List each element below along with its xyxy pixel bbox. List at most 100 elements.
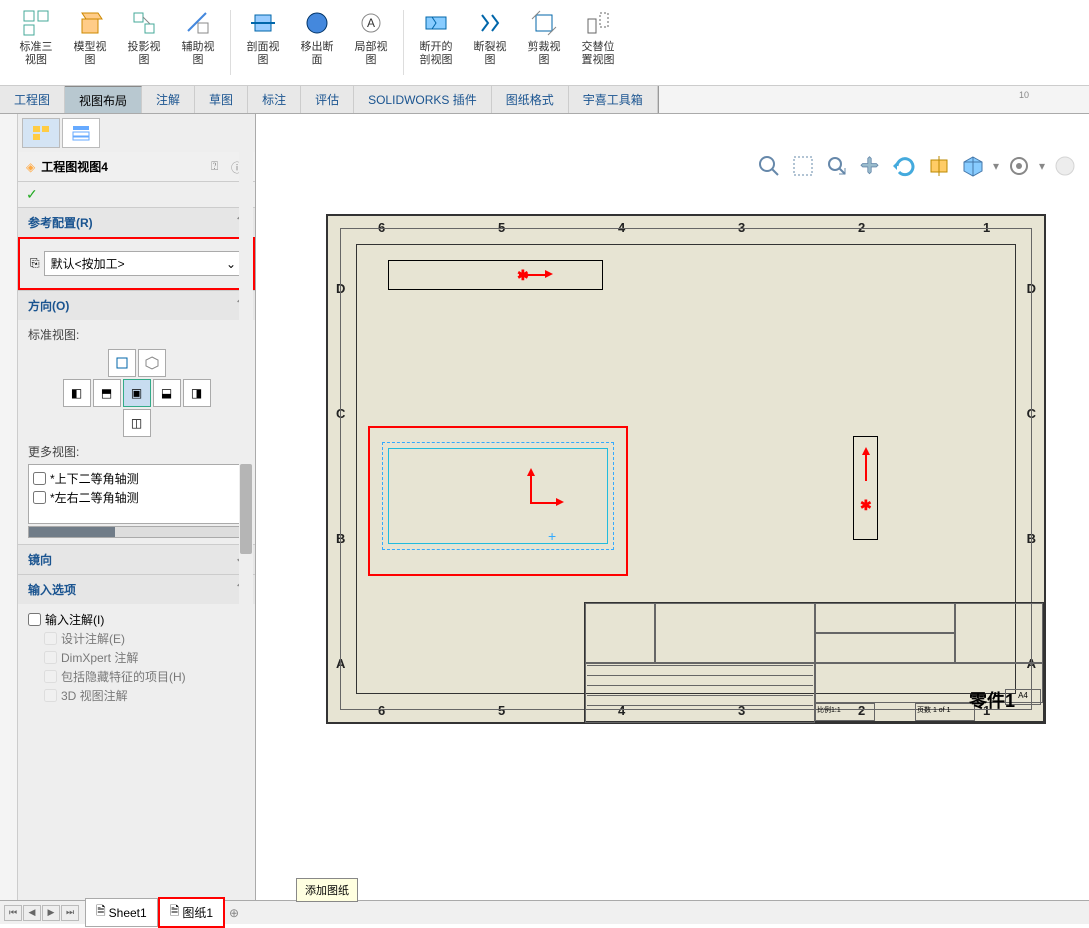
pan-icon[interactable] [857, 152, 885, 180]
sheet-tab-2[interactable]: 🗎 图纸1 [158, 897, 225, 928]
drawing-view-2[interactable]: ✱ [853, 436, 878, 540]
removed-section-icon [301, 7, 333, 39]
auxiliary-view-icon [182, 7, 214, 39]
list-item[interactable]: *左右二等角轴测 [33, 488, 240, 507]
sphere-icon[interactable] [1051, 152, 1079, 180]
list-item[interactable]: *上下二等角轴测 [33, 469, 240, 488]
design-annotations-item: 设计注解(E) [28, 629, 245, 648]
dimetric-checkbox[interactable] [33, 472, 46, 485]
input-options-section: 输入选项 ⌃ 输入注解(I) 设计注解(E) DimXpert 注解 包括隐藏特… [18, 574, 255, 711]
list-scrollbar[interactable] [28, 526, 245, 538]
view-right-button[interactable]: ◨ [183, 379, 211, 407]
section-display-icon[interactable] [925, 152, 953, 180]
tab-evaluate[interactable]: 评估 [301, 86, 354, 113]
ribbon-broken-out-section[interactable]: 断开的剖视图 [410, 5, 462, 80]
view-front-button[interactable] [108, 349, 136, 377]
ribbon-removed-section[interactable]: 移出断面 [291, 5, 343, 80]
view-front2-button[interactable]: ▣ [123, 379, 151, 407]
model-view-icon [74, 7, 106, 39]
ribbon-auxiliary-view[interactable]: 辅助视图 [172, 5, 224, 80]
drawing-canvas[interactable]: ▾ ▾ 6 5 4 3 2 1 6 5 4 3 2 1 D D C C B [256, 114, 1089, 900]
sheet-tabs-bar: ⏮ ◀ ▶ ⏭ 🗎 Sheet1 🗎 图纸1 ⊕ 添加图纸 [0, 900, 1089, 924]
add-sheet-button[interactable]: ⊕ [229, 906, 239, 920]
ribbon-label: 交替位置视图 [582, 41, 615, 67]
drawing-view-icon: ◈ [26, 160, 35, 174]
ribbon-label: 移出断面 [301, 41, 334, 67]
drawing-view-selected[interactable]: + [368, 426, 628, 576]
ribbon-alternate-position-view[interactable]: 交替位置视图 [572, 5, 624, 80]
dropdown-arrow[interactable]: ▾ [1039, 159, 1045, 173]
mirror-section-header[interactable]: 镜向 ⌄ [18, 545, 255, 574]
more-views-label: 更多视图: [28, 443, 245, 460]
next-sheet-button[interactable]: ▶ [42, 905, 60, 921]
break-view-icon [474, 7, 506, 39]
drawing-sheet[interactable]: 6 5 4 3 2 1 6 5 4 3 2 1 D D C C B B A A [326, 214, 1046, 724]
ribbon-label: 剖面视图 [247, 41, 280, 67]
title-block[interactable]: A4 比例1:1 页数 1 of 1 零件1 [584, 602, 1044, 722]
view-iso-button[interactable] [138, 349, 166, 377]
heads-up-toolbar: ▾ ▾ [755, 152, 1079, 180]
ribbon-label: 断裂视图 [474, 41, 507, 67]
trimetric-checkbox[interactable] [33, 491, 46, 504]
ribbon-label: 剪裁视图 [528, 41, 561, 67]
detail-view-icon: A [355, 7, 387, 39]
view-left-button[interactable]: ◧ [63, 379, 91, 407]
feature-manager-icon[interactable] [22, 118, 60, 148]
alternate-position-icon [582, 7, 614, 39]
drawing-view-1[interactable]: ✱ [388, 260, 603, 290]
ribbon-break-view[interactable]: 断裂视图 [464, 5, 516, 80]
import-annotations-checkbox[interactable] [28, 613, 41, 626]
tab-sw-addins[interactable]: SOLIDWORKS 插件 [354, 86, 492, 113]
prev-sheet-button[interactable]: ◀ [23, 905, 41, 921]
tab-sketch[interactable]: 草图 [195, 86, 248, 113]
orientation-section-header[interactable]: 方向(O) ⌃ [18, 291, 255, 320]
command-tabs-bar: 工程图 视图布局 注解 草图 标注 评估 SOLIDWORKS 插件 图纸格式 … [0, 86, 1089, 114]
last-sheet-button[interactable]: ⏭ [61, 905, 79, 921]
ok-check-icon[interactable]: ✓ [18, 182, 255, 207]
dropdown-arrow[interactable]: ▾ [993, 159, 999, 173]
ribbon-crop-view[interactable]: 剪裁视图 [518, 5, 570, 80]
tab-annotation[interactable]: 注解 [142, 86, 195, 113]
ribbon-section-view[interactable]: 剖面视图 [237, 5, 289, 80]
hidden-features-checkbox [44, 670, 57, 683]
import-annotations-item[interactable]: 输入注解(I) [28, 610, 245, 629]
ribbon-label: 投影视图 [128, 41, 161, 67]
tab-yuxi-toolbox[interactable]: 宇喜工具箱 [569, 86, 658, 113]
part-name-label: 零件1 [969, 687, 1015, 713]
tab-view-layout[interactable]: 视图布局 [65, 86, 142, 113]
chevron-down-icon: ⌄ [226, 257, 236, 271]
tab-markup[interactable]: 标注 [248, 86, 301, 113]
sheet-tab-1[interactable]: 🗎 Sheet1 [85, 898, 158, 927]
tab-drawing[interactable]: 工程图 [0, 86, 65, 113]
config-section: 参考配置(R) ⌃ ⎘ 默认<按加工> ⌄ [18, 207, 255, 290]
vertical-ruler [0, 114, 18, 900]
more-views-list[interactable]: *上下二等角轴测 *左右二等角轴测 [28, 464, 245, 524]
panel-scrollbar[interactable] [239, 114, 253, 900]
ribbon-standard-views[interactable]: 标准三视图 [10, 5, 62, 80]
tab-sheet-format[interactable]: 图纸格式 [492, 86, 569, 113]
help-icon[interactable]: ⍰ [211, 159, 227, 175]
ribbon-label: 局部视图 [355, 41, 388, 67]
broken-section-icon [420, 7, 452, 39]
svg-text:A: A [367, 16, 375, 30]
view-top-button[interactable]: ⬒ [93, 379, 121, 407]
zoom-dynamic-icon[interactable] [823, 152, 851, 180]
view-back-button[interactable]: ◫ [123, 409, 151, 437]
property-manager-icon[interactable] [62, 118, 100, 148]
first-sheet-button[interactable]: ⏮ [4, 905, 22, 921]
config-dropdown[interactable]: 默认<按加工> ⌄ [44, 251, 243, 276]
config-section-header[interactable]: 参考配置(R) ⌃ [18, 208, 255, 237]
zoom-area-icon[interactable] [789, 152, 817, 180]
view-bottom-button[interactable]: ⬓ [153, 379, 181, 407]
ribbon-model-view[interactable]: 模型视图 [64, 5, 116, 80]
ribbon-projected-view[interactable]: 投影视图 [118, 5, 170, 80]
ribbon-toolbar: 标准三视图 模型视图 投影视图 辅助视图 剖面视图 移出断面 A 局部视图 断开… [0, 0, 1089, 86]
design-annotations-checkbox [44, 632, 57, 645]
input-options-header[interactable]: 输入选项 ⌃ [18, 575, 255, 604]
display-style-icon[interactable] [1005, 152, 1033, 180]
config-icon: ⎘ [30, 256, 40, 271]
zoom-fit-icon[interactable] [755, 152, 783, 180]
rotate-icon[interactable] [891, 152, 919, 180]
ribbon-detail-view[interactable]: A 局部视图 [345, 5, 397, 80]
view-cube-icon[interactable] [959, 152, 987, 180]
